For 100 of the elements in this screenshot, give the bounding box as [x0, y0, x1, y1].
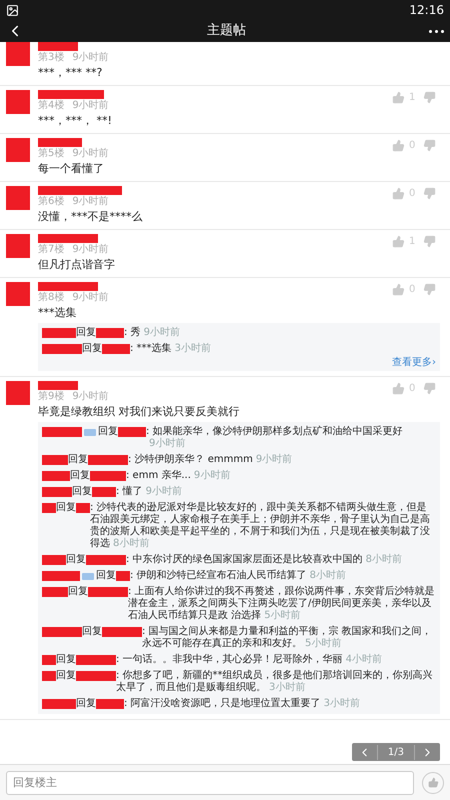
redacted-name — [42, 699, 76, 709]
post-time: 9小时前 — [72, 196, 109, 207]
reply-label: 回复 — [68, 586, 88, 598]
reply-text: : emm 亲华... 9小时前 — [126, 470, 232, 482]
reply-text: : 沙特代表的逊尼派对华是比较友好的，跟中美关系都不错两头做生意，但是石油跟美元绑定，人家命根子在美手上；伊朗并不亲华，骨子里认为自己是高贵的波斯人和欧美是平起平坐的，不屑于和我们为伍，只是现在被美制裁了没得选 8小时前 — [90, 502, 431, 550]
floor-label: 第6楼 — [38, 196, 64, 207]
thumbs-down-icon[interactable] — [423, 235, 436, 248]
reply-label: 回复 — [68, 454, 88, 466]
redacted-name — [90, 471, 126, 481]
reply-label: 回复 — [98, 426, 118, 438]
post-time: 9小时前 — [72, 52, 109, 63]
redacted-name — [88, 455, 128, 465]
thumbs-down-icon[interactable] — [423, 283, 436, 296]
thumbs-down-icon[interactable] — [423, 187, 436, 200]
redacted-name — [42, 627, 82, 637]
floor-label: 第4楼 — [38, 100, 64, 111]
post-text: ***，*** **? — [38, 66, 104, 80]
redacted-name — [38, 381, 78, 390]
avatar — [6, 186, 30, 210]
post-text: 每一个看懂了 — [38, 162, 105, 176]
reply-label: 回复 — [82, 626, 102, 638]
post-text: 但凡打点谐音字 — [38, 258, 116, 272]
redacted-name — [102, 344, 130, 354]
thumbs-up-icon[interactable] — [392, 382, 405, 395]
redacted-name — [38, 42, 78, 51]
reply-text: : 一句话。。非我中华，其心必异！尼哥除外，华丽 4小时前 — [116, 654, 383, 666]
redacted-name — [88, 587, 128, 597]
reply-text: : 懂了 9小时前 — [116, 486, 183, 498]
reply-text: : 上面有人给你讲过的我不再赘述，跟你说两件事，东突背后沙特就是潜在金主，派系之间两头下注两头吃罢了/伊朗民间更亲美，亲华以及石油人民币结算只是政 治选择 5小时前 — [128, 586, 436, 622]
post-time: 9小时前 — [72, 148, 109, 159]
redacted-name — [92, 487, 116, 497]
floor-label: 第7楼 — [38, 244, 64, 255]
reply-label: 回复 — [56, 502, 76, 514]
reply-label: 回复 — [66, 554, 86, 566]
redacted-name — [116, 571, 130, 581]
redacted-name — [38, 138, 82, 147]
redacted-name — [38, 90, 104, 99]
redacted-name — [42, 487, 72, 497]
post-time: 9小时前 — [72, 292, 109, 303]
thumbs-up-icon[interactable] — [392, 91, 405, 104]
view-more-link[interactable]: 查看更多› — [392, 357, 436, 369]
redacted-name — [102, 627, 142, 637]
reply-text: : 沙特伊朗亲华？ emmmm 9小时前 — [128, 454, 294, 466]
reply-label: 回复 — [82, 343, 102, 355]
post-time: 9小时前 — [72, 391, 109, 402]
floor-label: 第3楼 — [38, 52, 64, 63]
like-button[interactable] — [422, 772, 444, 794]
thumbs-up-icon[interactable] — [392, 139, 405, 152]
avatar — [6, 42, 30, 66]
thumbs-up-icon[interactable] — [392, 283, 405, 296]
avatar — [6, 282, 30, 306]
avatar — [6, 381, 30, 405]
image-icon — [6, 4, 19, 16]
redacted-name — [42, 571, 80, 581]
redacted-name — [42, 655, 56, 665]
redacted-name — [42, 671, 56, 681]
floor-label: 第8楼 — [38, 292, 64, 303]
thumbs-up-icon[interactable] — [392, 235, 405, 248]
post-text: ***选集 — [38, 306, 78, 320]
redacted-name — [42, 344, 82, 354]
avatar — [6, 90, 30, 114]
thumbs-down-icon[interactable] — [423, 382, 436, 395]
redacted-name — [42, 471, 70, 481]
redacted-name — [76, 655, 116, 665]
floor-label: 第5楼 — [38, 148, 64, 159]
clock: 12:16 — [409, 2, 444, 19]
thumbs-down-icon[interactable] — [423, 91, 436, 104]
redacted-name — [42, 587, 68, 597]
redacted-name — [118, 427, 146, 437]
reply-field[interactable]: 回复楼主 — [6, 770, 414, 794]
reply-label: 回复 — [56, 670, 76, 682]
redacted-name — [42, 427, 82, 437]
thumbs-up-icon — [428, 777, 438, 788]
reply-label: 回复 — [76, 698, 96, 710]
post-time: 9小时前 — [72, 244, 109, 255]
thumbs-down-icon[interactable] — [423, 139, 436, 152]
reply-label: 回复 — [96, 570, 116, 582]
redacted-name — [86, 555, 126, 565]
reply-text: : 国与国之间从来都是力量和利益的平衡，宗 教国家和我们之间，永远不可能存在真正的亲和和友好。 5小时前 — [142, 626, 433, 650]
avatar — [6, 234, 30, 258]
reply-label: 回复 — [76, 327, 96, 339]
floor-label: 第9楼 — [38, 391, 64, 402]
reply-text: : 如果能亲华，像沙特伊朗那样多划点矿和油给中国采更好 9小时前 — [146, 426, 404, 450]
redacted-name — [42, 555, 66, 565]
reply-text: : 中东你讨厌的绿色国家国家层面还是比较喜欢中国的 8小时前 — [126, 554, 403, 566]
reply-text: : 秀 9小时前 — [124, 327, 181, 339]
redacted-name — [76, 503, 90, 513]
redacted-name — [42, 503, 56, 513]
reply-label: 回复 — [56, 654, 76, 666]
reply-text: : 你想多了吧，新疆的**组织成员，很多是他们那培训回来的，你别高兴太早了，而且他们是贩毒组织呢。 3小时前 — [116, 670, 434, 694]
more-icon[interactable] — [429, 30, 444, 32]
reply-text: : 阿富汗没啥资源吧，只是地理位置太重要了 3小时前 — [124, 698, 361, 710]
reply-label: 回复 — [70, 470, 90, 482]
thumbs-up-icon[interactable] — [392, 187, 405, 200]
reply-text: : 伊朗和沙特已经宣布石油人民币结算了 8小时前 — [130, 570, 347, 582]
redacted-name — [96, 328, 124, 338]
avatar — [6, 138, 30, 162]
redacted-name — [38, 282, 98, 291]
post-time: 9小时前 — [72, 100, 109, 111]
reply-text: : ***选集 3小时前 — [130, 343, 212, 355]
